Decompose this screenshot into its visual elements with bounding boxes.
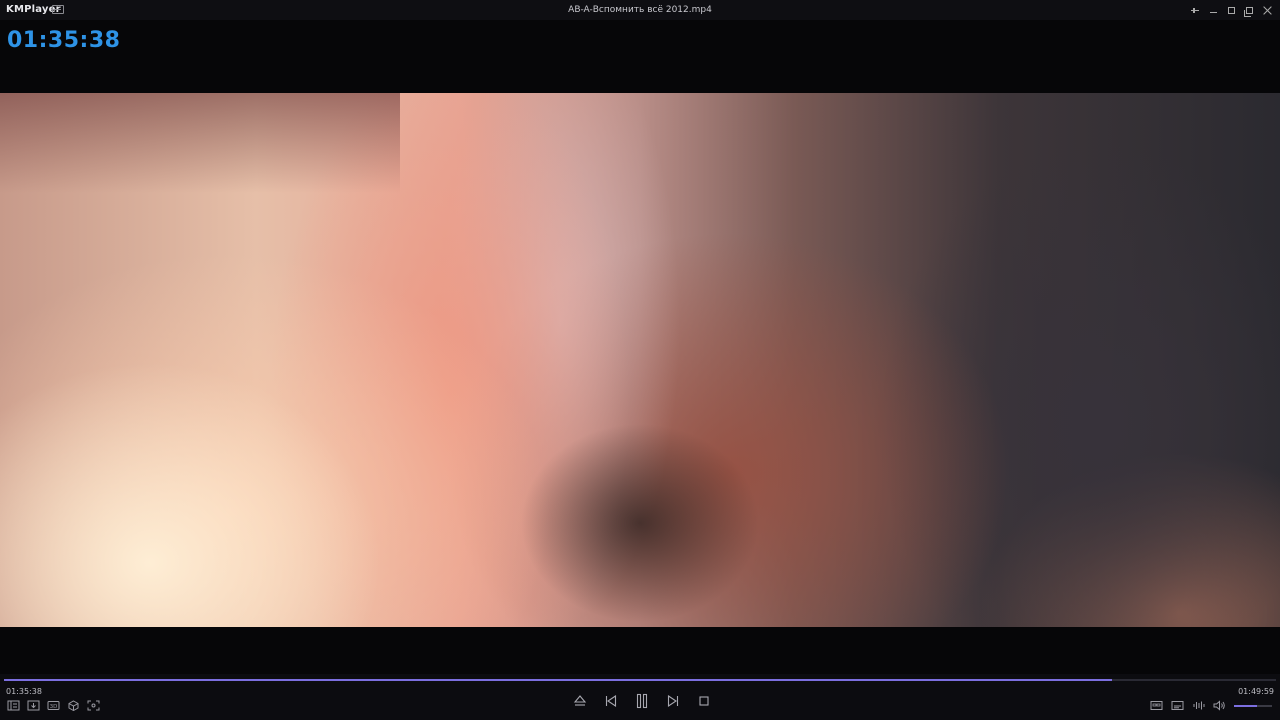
playback-controls [572,693,712,709]
current-time: 01:35:38 [6,687,42,696]
vr-icon[interactable] [67,700,80,711]
eject-icon[interactable] [572,693,588,709]
video-frame[interactable] [0,93,1280,627]
subtitle-icon[interactable] [1150,700,1163,711]
previous-icon[interactable] [603,693,619,709]
title-bar: KMPlayer AB-A-Вспомнить всё 2012.mp4 [0,0,1280,20]
svg-text:3D: 3D [50,704,58,710]
minimize-icon[interactable] [1206,3,1220,17]
caption-icon[interactable] [1171,700,1184,711]
volume-slider[interactable] [1234,704,1272,707]
speaker-icon[interactable] [1213,700,1226,711]
playlist-icon[interactable] [7,700,20,711]
volume-level [1234,704,1257,707]
left-toolbar: 3D [7,700,100,711]
window-controls [1188,3,1274,17]
stop-icon[interactable] [696,693,712,709]
download-icon[interactable] [27,700,40,711]
seek-bar[interactable] [4,679,1276,681]
seek-progress [4,679,1112,681]
3d-icon[interactable]: 3D [47,700,60,711]
close-icon[interactable] [1260,3,1274,17]
window-title: AB-A-Вспомнить всё 2012.mp4 [568,5,712,15]
next-icon[interactable] [665,693,681,709]
fullscreen-icon[interactable] [1242,3,1256,17]
control-bar: 01:35:38 01:49:59 3D [0,674,1280,720]
osd-time-display: 01:35:38 [7,28,121,53]
right-toolbar [1150,700,1272,711]
equalizer-icon[interactable] [1192,700,1205,711]
total-time[interactable]: 01:49:59 [1238,687,1274,696]
capture-icon[interactable] [87,700,100,711]
pin-icon[interactable] [1188,3,1202,17]
maximize-icon[interactable] [1224,3,1238,17]
pause-icon[interactable] [634,693,650,709]
